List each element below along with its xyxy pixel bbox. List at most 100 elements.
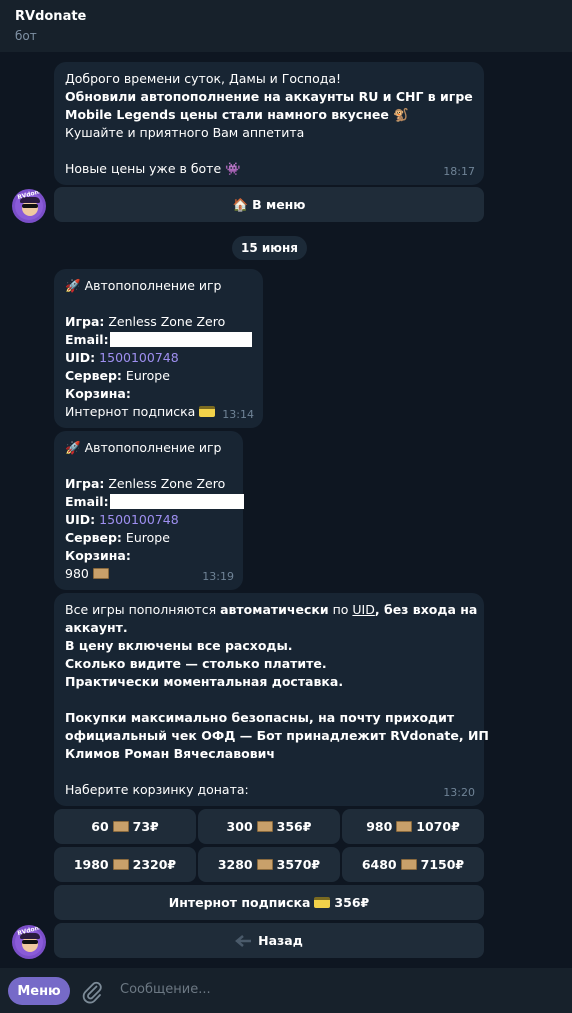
subscription-button[interactable]: Интернот подписка 356₽: [54, 885, 484, 920]
uid-link[interactable]: 1500100748: [99, 512, 179, 527]
price-label: 356₽: [334, 895, 370, 910]
chat-title: RVdonate: [15, 9, 87, 24]
order-title: 🚀 Автопополнение игр: [65, 439, 232, 457]
info-line: В цену включены все расходы.: [65, 638, 293, 653]
info-line: Наберите корзинку доната:: [65, 782, 249, 797]
box-icon: [256, 859, 273, 870]
price-label: 1070₽: [416, 819, 460, 834]
main-menu-label: В меню: [252, 197, 306, 212]
donate-3280-button[interactable]: 3280 3570₽: [198, 847, 340, 882]
uid-label: UID:: [65, 350, 96, 365]
info-line: Покупки максимально безопасны, на почту …: [65, 710, 455, 725]
email-redaction: [109, 332, 252, 347]
message-time: 13:20: [443, 786, 475, 799]
bot-avatar[interactable]: RVdonate: [12, 189, 46, 223]
message-line: [65, 142, 473, 160]
price-label: 7150₽: [420, 857, 465, 872]
message-bubble: Доброго времени суток, Дамы и Господа! О…: [54, 62, 484, 185]
order-title: 🚀 Автопополнение игр: [65, 277, 252, 295]
game-label: Игра:: [65, 476, 105, 491]
order-title-text: Автопополнение игр: [84, 278, 222, 293]
message-time: 13:14: [222, 408, 254, 421]
box-icon: [112, 821, 129, 832]
server-value: Europe: [125, 530, 170, 545]
info-line: Все игры пополняются автоматически по UI…: [65, 601, 477, 619]
message-line: Mobile Legends цены стали намного вкусне…: [65, 107, 409, 122]
uid-underlined: UID: [352, 602, 375, 617]
email-redaction: [109, 494, 244, 509]
box-icon: [396, 821, 413, 832]
bot-avatar[interactable]: RVdonate: [12, 925, 46, 959]
uid-link[interactable]: 1500100748: [99, 350, 179, 365]
server-value: Europe: [125, 368, 170, 383]
amount-label: 60: [91, 819, 109, 834]
back-button[interactable]: Назад: [54, 923, 484, 958]
info-line: Климов Роман Вячеславович: [65, 746, 275, 761]
info-message: Все игры пополняются автоматически по UI…: [54, 593, 489, 806]
server-label: Сервер:: [65, 368, 122, 383]
amount-label: 6480: [361, 857, 397, 872]
info-text: Все игры пополняются: [65, 602, 221, 617]
info-text-bold: , без входа на: [374, 602, 478, 617]
box-icon: [112, 859, 129, 870]
donate-6480-button[interactable]: 6480 7150₽: [342, 847, 484, 882]
info-line: Сколько видите — столько платите.: [65, 656, 327, 671]
donate-1980-button[interactable]: 1980 2320₽: [54, 847, 196, 882]
chat-subtitle: бот: [15, 29, 37, 43]
order-email: Email:: [65, 331, 252, 349]
house-icon: 🏠: [232, 196, 249, 212]
order-server: Сервер: Europe: [65, 529, 232, 547]
game-value: Zenless Zone Zero: [108, 476, 226, 491]
date-divider: 15 июня: [232, 236, 307, 260]
card-icon: [199, 406, 216, 417]
uid-label: UID:: [65, 512, 96, 527]
main-menu-button[interactable]: 🏠 В меню: [54, 187, 484, 222]
donate-300-button[interactable]: 300 356₽: [198, 809, 340, 844]
order-game: Игра: Zenless Zone Zero: [65, 313, 252, 331]
chat-header[interactable]: RVdonate бот: [0, 0, 572, 52]
amount-label: 300: [226, 819, 253, 834]
info-text: по: [328, 602, 353, 617]
price-label: 356₽: [276, 819, 312, 834]
avatar-glasses: [22, 204, 38, 208]
paperclip-icon[interactable]: [80, 980, 104, 1004]
order-email: Email:: [65, 493, 244, 511]
order-message: 🚀 Автопополнение игр Игра: Zenless Zone …: [54, 269, 263, 428]
composer: Меню Сообщение...: [0, 968, 572, 1013]
order-server: Сервер: Europe: [65, 367, 252, 385]
box-icon: [400, 859, 417, 870]
amount-label: 1980: [73, 857, 109, 872]
price-label: 2320₽: [132, 857, 177, 872]
order-game: Игра: Zenless Zone Zero: [65, 475, 232, 493]
cart-item-text: Интернот подписка: [65, 404, 196, 419]
price-label: 3570₽: [276, 857, 321, 872]
message-time: 13:19: [202, 570, 234, 583]
message-line: Доброго времени суток, Дамы и Господа!: [65, 71, 342, 86]
price-label: 73₽: [132, 819, 159, 834]
donate-980-button[interactable]: 980 1070₽: [342, 809, 484, 844]
cart-item-text: 980: [65, 566, 89, 581]
game-value: Zenless Zone Zero: [108, 314, 226, 329]
message-list[interactable]: Доброго времени суток, Дамы и Господа! О…: [0, 52, 572, 968]
message-line: Обновили автопополнение на аккаунты RU и…: [65, 89, 473, 104]
order-uid: UID: 1500100748: [65, 511, 232, 529]
subscription-label: Интернот подписка: [168, 895, 311, 910]
rocket-icon: 🚀: [65, 440, 81, 455]
info-line: официальный чек ОФД — Бот принадлежит RV…: [65, 728, 489, 743]
bot-menu-button[interactable]: Меню: [8, 977, 70, 1005]
info-line: Практически моментальная доставка.: [65, 674, 344, 689]
message-input[interactable]: Сообщение...: [120, 982, 211, 997]
avatar-glasses: [22, 940, 38, 944]
box-icon: [256, 821, 273, 832]
server-label: Сервер:: [65, 530, 122, 545]
message-line: Кушайте и приятного Вам аппетита: [65, 125, 305, 140]
info-line: аккаунт.: [65, 620, 128, 635]
cart-label: Корзина:: [65, 386, 131, 401]
amount-label: 980: [366, 819, 393, 834]
back-arrow-icon: [235, 934, 252, 947]
cart-label: Корзина:: [65, 548, 131, 563]
donate-60-button[interactable]: 60 73₽: [54, 809, 196, 844]
info-text-bold: автоматически: [220, 602, 329, 617]
